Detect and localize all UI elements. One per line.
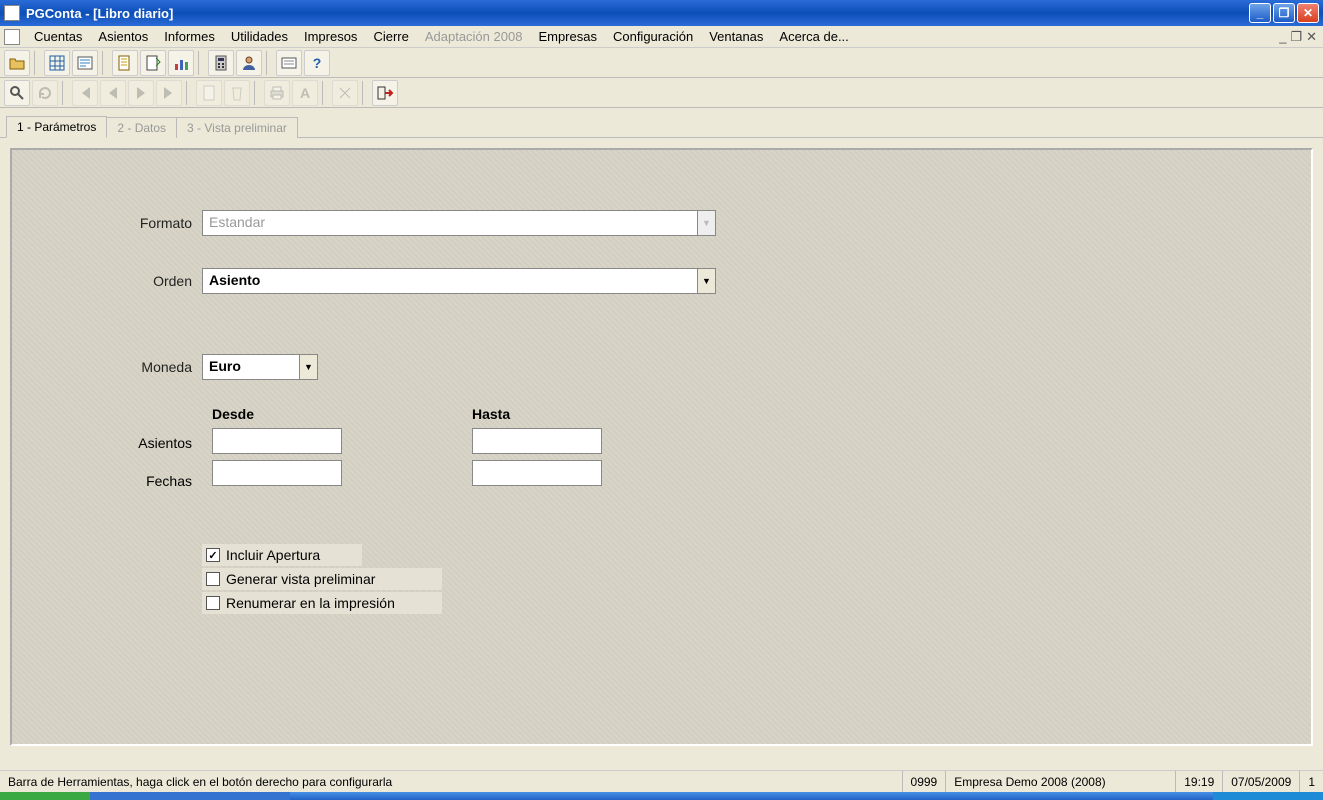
menu-informes[interactable]: Informes [156, 27, 223, 46]
menu-configuracion[interactable]: Configuración [605, 27, 701, 46]
formato-label: Formato [132, 215, 202, 231]
config-icon[interactable] [276, 50, 302, 76]
moneda-combo[interactable]: Euro ▼ [202, 354, 318, 380]
search-icon[interactable] [4, 80, 30, 106]
new-doc-icon [196, 80, 222, 106]
orden-combo[interactable]: Asiento ▼ [202, 268, 716, 294]
status-bar: Barra de Herramientas, haga click en el … [0, 770, 1323, 792]
desde-label: Desde [212, 406, 342, 422]
checkbox-icon[interactable] [206, 596, 220, 610]
asientos-desde-input[interactable] [212, 428, 342, 454]
delete-icon [224, 80, 250, 106]
chevron-down-icon: ▼ [697, 211, 715, 235]
status-date: 07/05/2009 [1222, 771, 1299, 792]
chevron-down-icon[interactable]: ▼ [697, 269, 715, 293]
mdi-minimize[interactable]: _ [1279, 29, 1286, 45]
status-code: 0999 [902, 771, 946, 792]
open-icon[interactable] [4, 50, 30, 76]
chk-label: Renumerar en la impresión [226, 595, 395, 611]
menu-utilidades[interactable]: Utilidades [223, 27, 296, 46]
main-toolbar: ? [0, 48, 1323, 78]
sub-toolbar: A [0, 78, 1323, 108]
user-icon[interactable] [236, 50, 262, 76]
menu-bar: Cuentas Asientos Informes Utilidades Imp… [0, 26, 1323, 48]
status-hint: Barra de Herramientas, haga click en el … [0, 771, 902, 792]
parameters-panel: Formato Estandar ▼ Orden Asiento ▼ Moned… [10, 148, 1313, 746]
status-time: 19:19 [1175, 771, 1222, 792]
titlebar: PGConta - [Libro diario] _ ❐ ✕ [0, 0, 1323, 26]
next-icon [128, 80, 154, 106]
checkbox-icon[interactable] [206, 572, 220, 586]
calc-icon[interactable] [208, 50, 234, 76]
print-icon [264, 80, 290, 106]
menu-asientos[interactable]: Asientos [90, 27, 156, 46]
moneda-value: Euro [203, 355, 299, 379]
chevron-down-icon[interactable]: ▼ [299, 355, 317, 379]
chk-label: Incluir Apertura [226, 547, 320, 563]
exit-icon[interactable] [372, 80, 398, 106]
app-icon [4, 5, 20, 21]
tab-row: 1 - Parámetros 2 - Datos 3 - Vista preli… [0, 114, 1323, 138]
menu-impresos[interactable]: Impresos [296, 27, 365, 46]
help-icon[interactable]: ? [304, 50, 330, 76]
chk-incluir-apertura[interactable]: ✓ Incluir Apertura [202, 544, 362, 566]
tab-vista-preliminar: 3 - Vista preliminar [176, 117, 298, 138]
chk-label: Generar vista preliminar [226, 571, 375, 587]
entry-icon[interactable] [72, 50, 98, 76]
font-icon: A [292, 80, 318, 106]
mdi-close[interactable]: ✕ [1306, 29, 1317, 45]
svg-text:?: ? [313, 55, 322, 71]
menu-acerca[interactable]: Acerca de... [771, 27, 856, 46]
asientos-label: Asientos [138, 430, 202, 456]
menu-empresas[interactable]: Empresas [530, 27, 605, 46]
close-button[interactable]: ✕ [1297, 3, 1319, 23]
menu-adaptacion: Adaptación 2008 [417, 27, 531, 46]
tab-parametros[interactable]: 1 - Parámetros [6, 116, 107, 138]
link-icon [332, 80, 358, 106]
last-icon [156, 80, 182, 106]
fechas-hasta-input[interactable] [472, 460, 602, 486]
menu-cuentas[interactable]: Cuentas [26, 27, 90, 46]
grid-icon[interactable] [44, 50, 70, 76]
status-company: Empresa Demo 2008 (2008) [945, 771, 1175, 792]
orden-value: Asiento [203, 269, 697, 293]
tab-datos: 2 - Datos [106, 117, 177, 138]
formato-value: Estandar [203, 211, 697, 235]
status-last: 1 [1299, 771, 1323, 792]
minimize-button[interactable]: _ [1249, 3, 1271, 23]
hasta-label: Hasta [472, 406, 602, 422]
chart-icon[interactable] [168, 50, 194, 76]
formato-combo: Estandar ▼ [202, 210, 716, 236]
mdi-controls: _ ❐ ✕ [1279, 29, 1323, 45]
chk-renumerar[interactable]: Renumerar en la impresión [202, 592, 442, 614]
mdi-icon[interactable] [4, 29, 20, 45]
menu-cierre[interactable]: Cierre [365, 27, 416, 46]
asientos-hasta-input[interactable] [472, 428, 602, 454]
report2-icon[interactable] [140, 50, 166, 76]
fechas-desde-input[interactable] [212, 460, 342, 486]
svg-text:A: A [300, 85, 310, 101]
window-controls: _ ❐ ✕ [1249, 3, 1319, 23]
window-title: PGConta - [Libro diario] [26, 6, 1249, 21]
orden-label: Orden [132, 273, 202, 289]
report1-icon[interactable] [112, 50, 138, 76]
taskbar [0, 792, 1323, 800]
prev-icon [100, 80, 126, 106]
maximize-button[interactable]: ❐ [1273, 3, 1295, 23]
chk-vista-preliminar[interactable]: Generar vista preliminar [202, 568, 442, 590]
mdi-restore[interactable]: ❐ [1290, 29, 1302, 45]
first-icon [72, 80, 98, 106]
menu-ventanas[interactable]: Ventanas [701, 27, 771, 46]
fechas-label: Fechas [146, 468, 202, 494]
checkbox-icon[interactable]: ✓ [206, 548, 220, 562]
moneda-label: Moneda [132, 359, 202, 375]
refresh-icon [32, 80, 58, 106]
